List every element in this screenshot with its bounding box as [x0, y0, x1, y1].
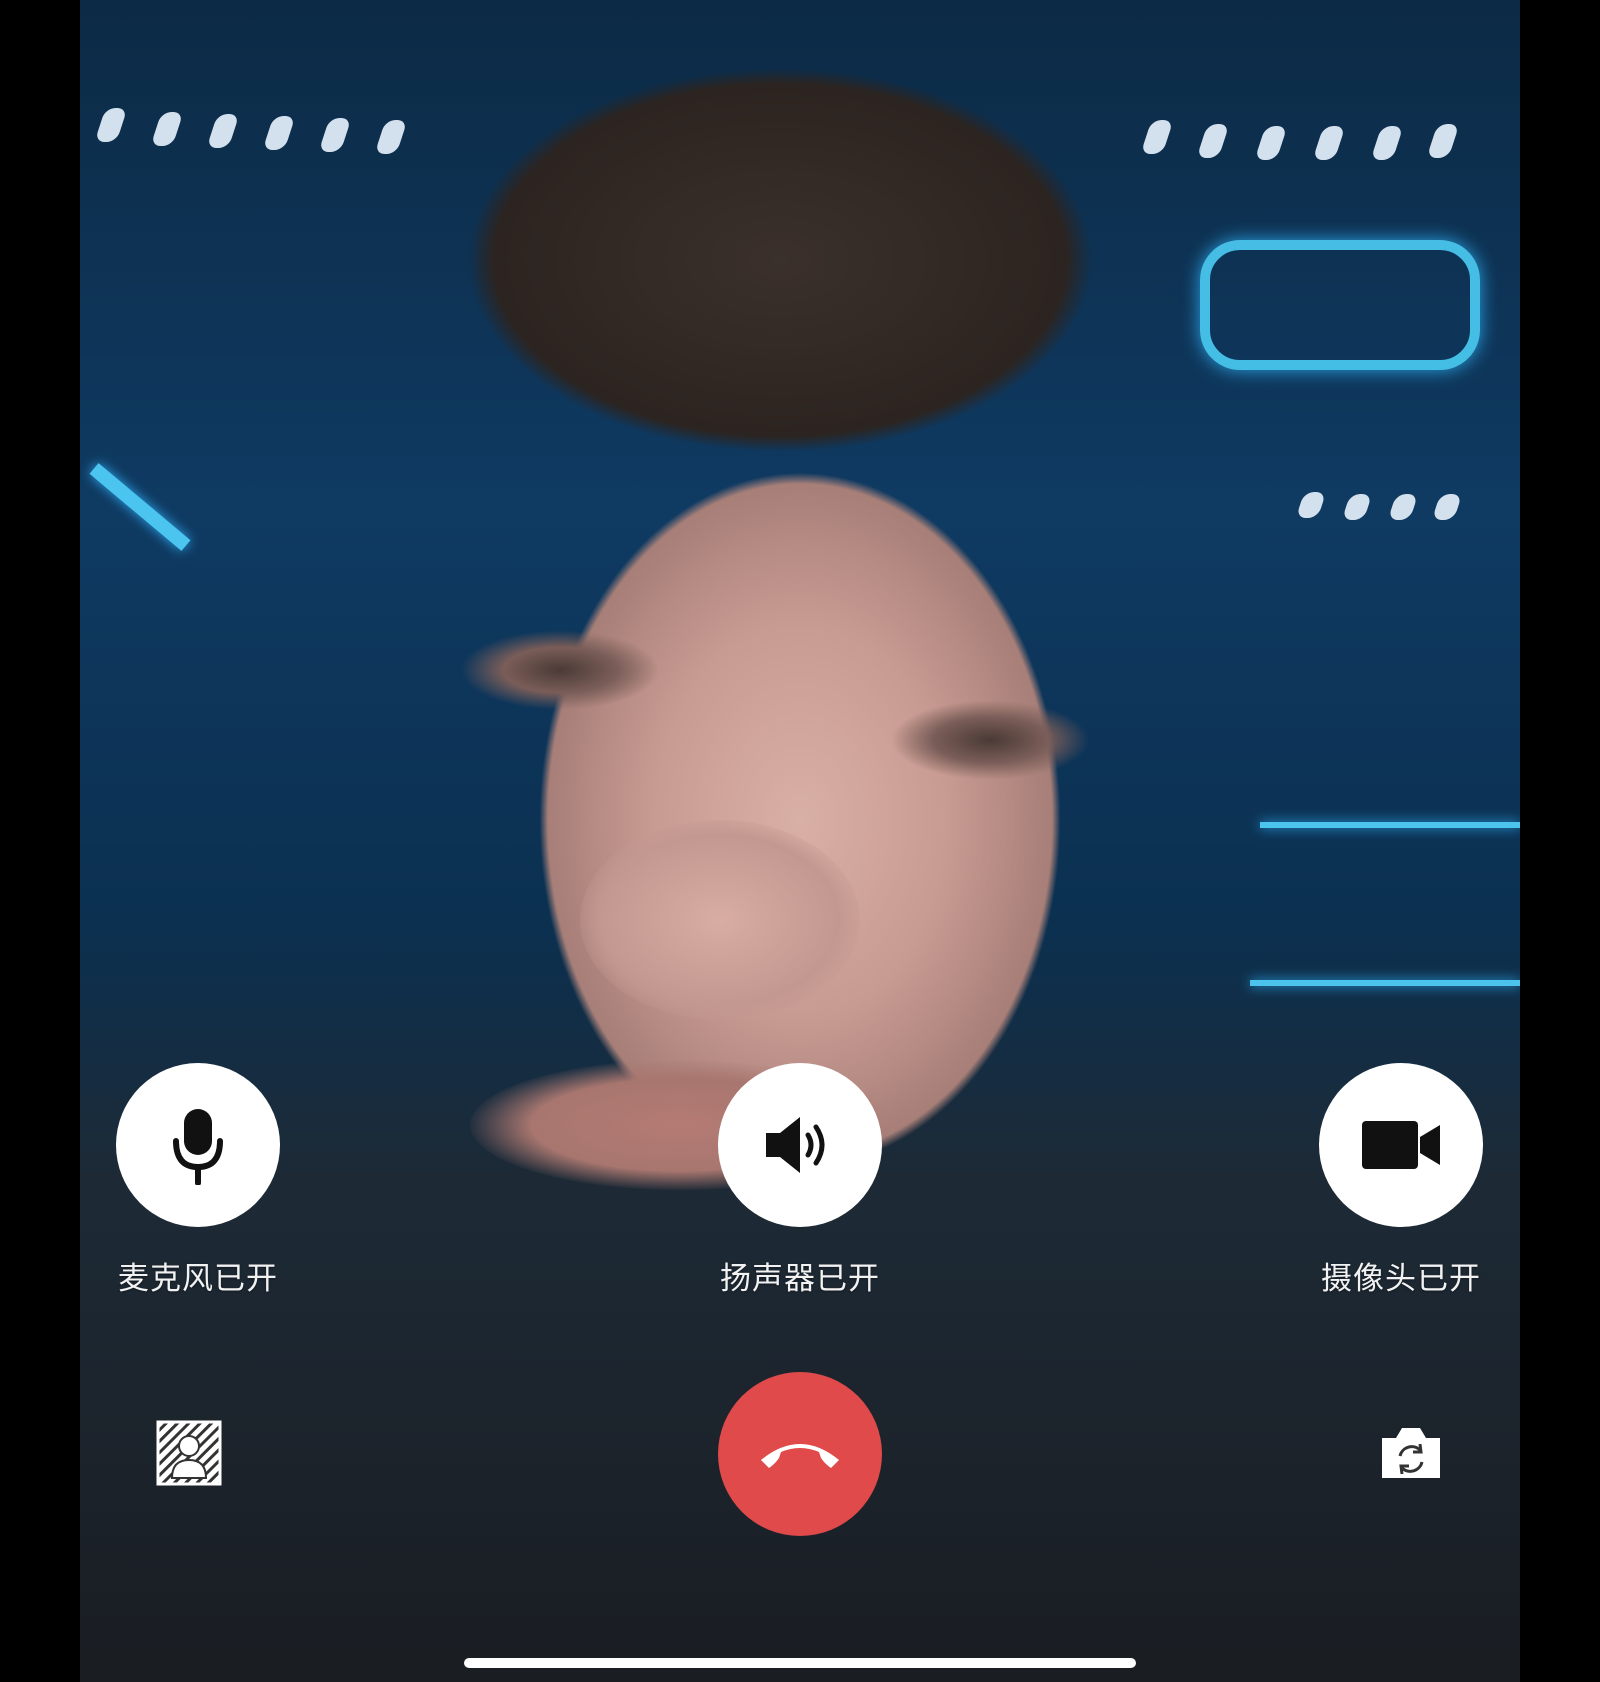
eye: [460, 630, 660, 710]
microphone-icon: [173, 1109, 223, 1185]
camera-control: 摄像头已开: [1319, 1063, 1483, 1298]
nose: [580, 820, 860, 1020]
speaker-status-label: 扬声器已开: [720, 1261, 880, 1297]
background-light: [1312, 126, 1346, 160]
camera-switch-icon: [1382, 1428, 1440, 1478]
background-light: [150, 112, 184, 146]
background-light: [1140, 120, 1174, 154]
background-line: [89, 463, 191, 551]
background-light: [206, 114, 240, 148]
video-call-screen: 麦克风已开 扬声器已开 摄像头已开: [0, 0, 1600, 1682]
background-light: [1370, 126, 1404, 160]
microphone-control: 麦克风已开: [116, 1063, 280, 1298]
background-light: [94, 108, 128, 142]
background-blur-icon: [156, 1420, 222, 1486]
speaker-button[interactable]: [718, 1063, 882, 1227]
home-indicator[interactable]: [464, 1658, 1136, 1668]
camera-button[interactable]: [1319, 1063, 1483, 1227]
switch-camera-button[interactable]: [1378, 1424, 1444, 1482]
hangup-button[interactable]: [718, 1372, 882, 1536]
background-line: [1260, 822, 1520, 828]
background-light: [318, 118, 352, 152]
speaker-control: 扬声器已开: [718, 1063, 882, 1298]
background-blur-button[interactable]: [156, 1420, 222, 1486]
background-light: [1426, 124, 1460, 158]
microphone-button[interactable]: [116, 1063, 280, 1227]
eye: [890, 700, 1090, 780]
microphone-status-label: 麦克风已开: [118, 1261, 278, 1297]
video-camera-icon: [1362, 1121, 1440, 1169]
background-light: [1254, 126, 1288, 160]
background-neon: [1200, 240, 1480, 370]
camera-status-label: 摄像头已开: [1321, 1261, 1481, 1297]
background-line: [1250, 980, 1520, 986]
background-light: [1295, 492, 1327, 518]
background-light: [374, 120, 408, 154]
phone-hangup-icon: [761, 1444, 839, 1468]
background-light: [1387, 494, 1419, 520]
background-light: [1431, 494, 1463, 520]
background-light: [1196, 124, 1230, 158]
background-light: [262, 116, 296, 150]
background-light: [1341, 494, 1373, 520]
speaker-icon: [766, 1117, 825, 1173]
